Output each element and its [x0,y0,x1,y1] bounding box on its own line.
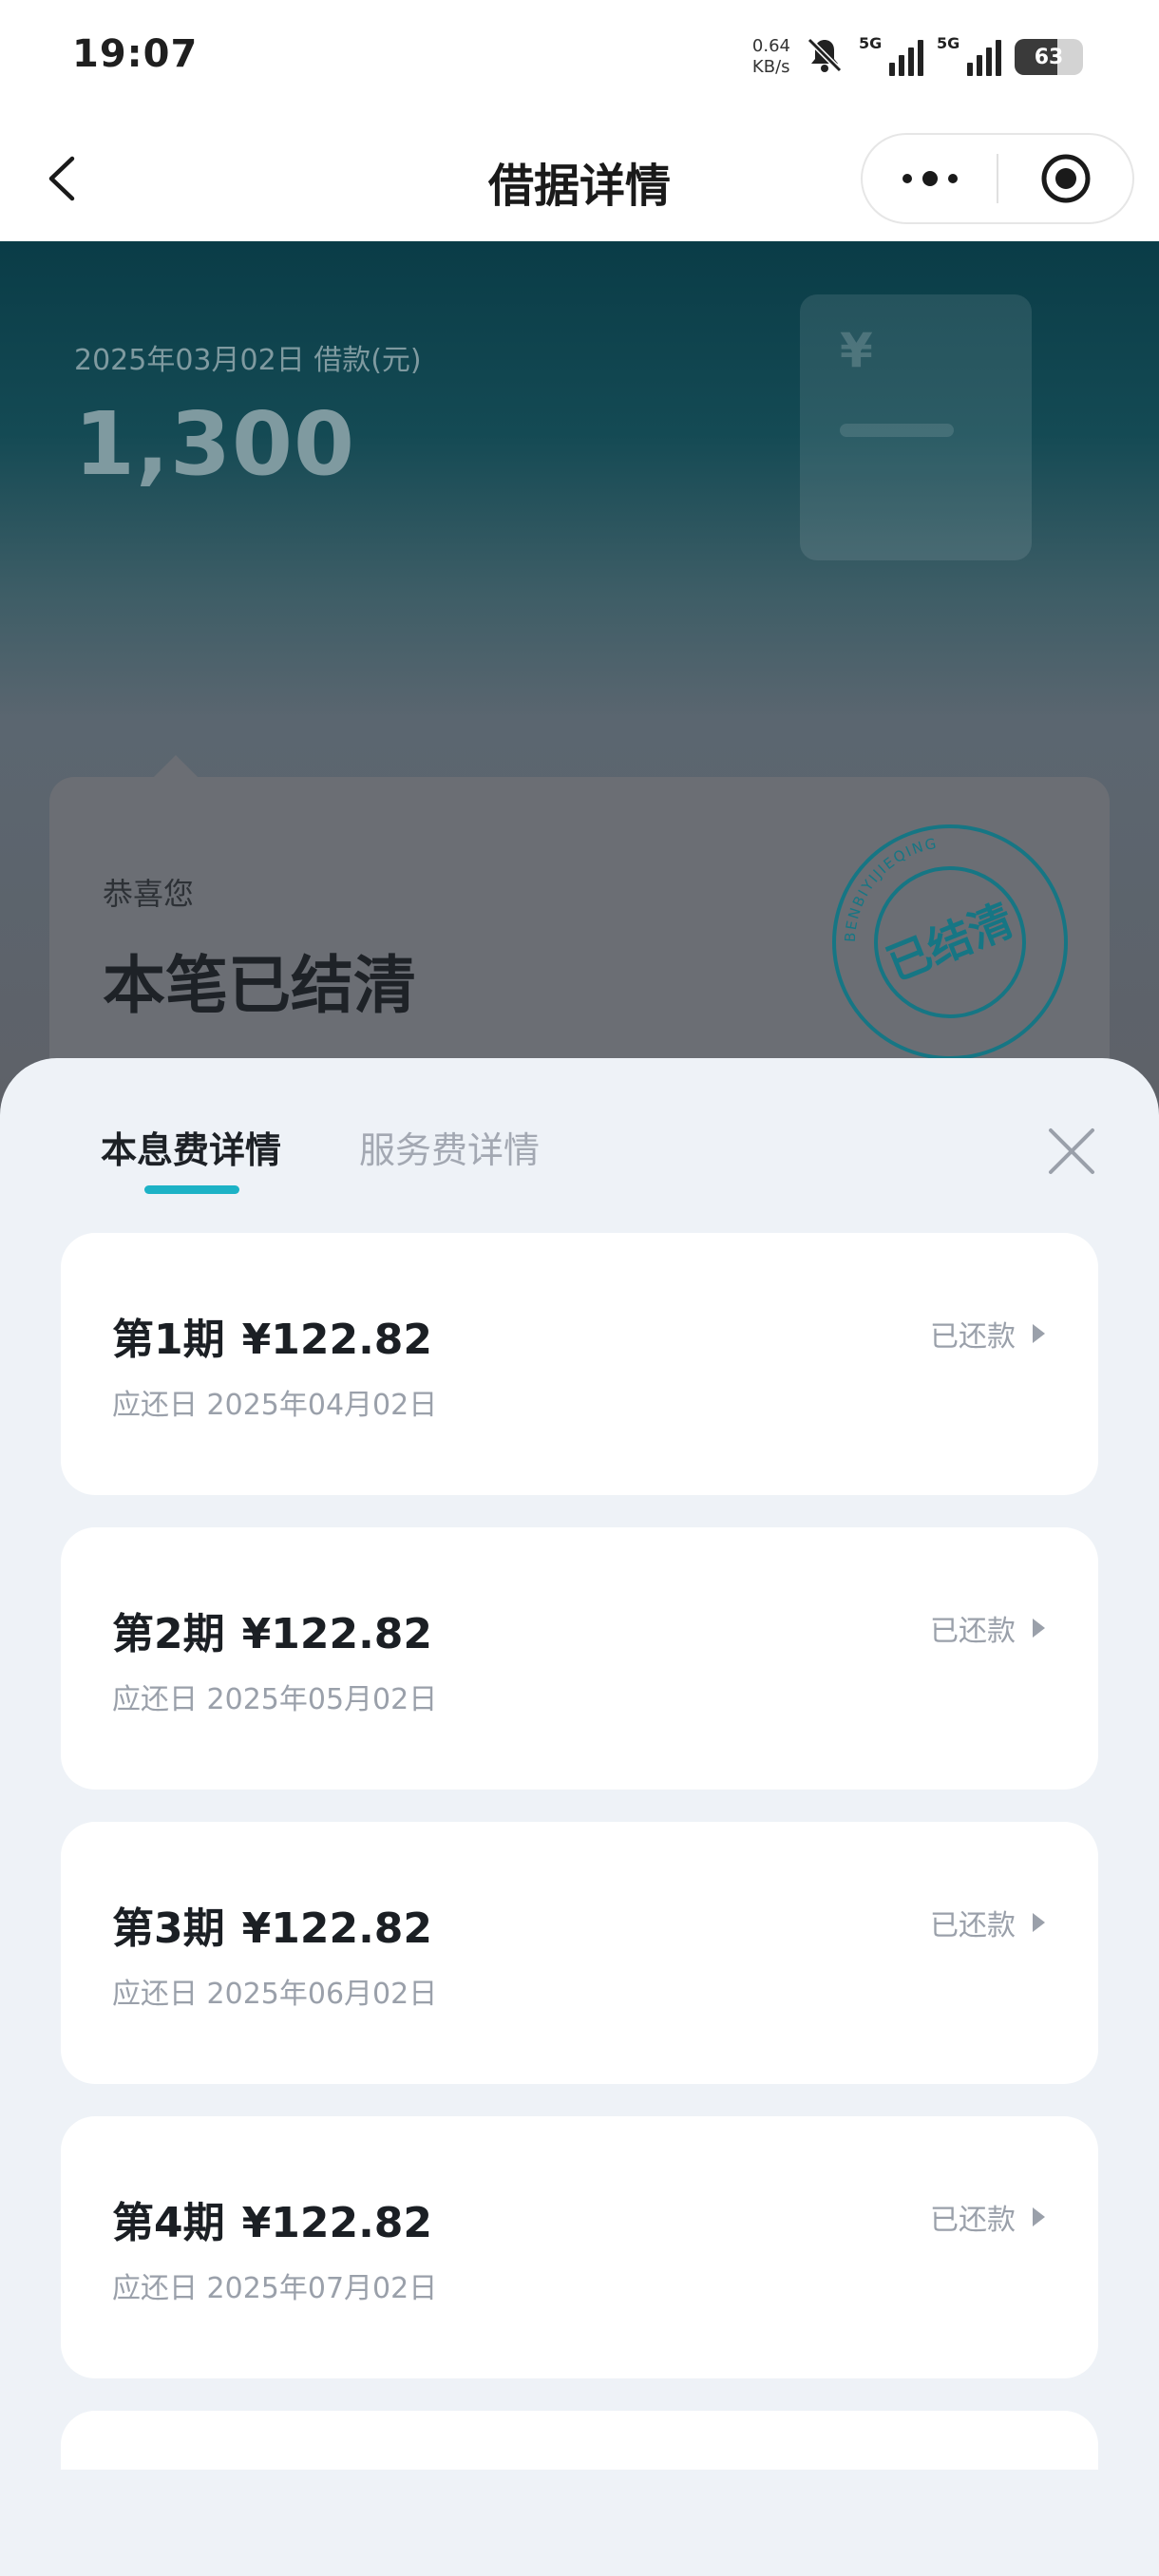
sheet-bottom-area [0,2470,1159,2576]
signal-icon: 5G [859,34,923,76]
battery-icon: 63 [1015,39,1083,75]
status-icons: 0.64 KB/s 5G 5G 63 [752,28,1083,85]
period-amount: ¥122.82 [241,2199,433,2247]
net-speed-value: 0.64 [751,36,790,56]
signal-icon: 5G [937,34,1001,76]
tab-service-fee[interactable]: 服务费详情 [359,1121,540,1173]
period-status[interactable]: 已还款 [930,1313,1045,1354]
caret-right-icon [1033,1619,1045,1638]
period-title: 第4期 ¥122.82 [112,2188,432,2249]
period-card[interactable]: 第3期 ¥122.82 应还日 2025年06月02日 已还款 [61,1822,1098,2084]
detail-sheet: 本息费详情 服务费详情 第1期 ¥122.82 应还日 2025年04月02日 已… [0,1058,1159,2576]
congrats-text: 恭喜您 [103,876,195,912]
period-status-label: 已还款 [930,2204,1016,2237]
caret-right-icon [1033,1913,1045,1932]
period-title: 第1期 ¥122.82 [112,1305,432,1366]
period-due-date: 应还日 2025年04月02日 [112,1389,438,1422]
sim1-tag: 5G [859,34,883,52]
loan-amount: 1,300 [74,393,356,495]
status-bar: 19:07 0.64 KB/s 5G 5G 63 [0,0,1159,114]
period-status-label: 已还款 [930,1320,1016,1354]
period-status[interactable]: 已还款 [930,2196,1045,2238]
period-number: 第4期 [112,2199,225,2247]
net-speed: 0.64 KB/s [752,36,790,78]
period-amount: ¥122.82 [241,1610,433,1658]
settled-title: 本笔已结清 [103,949,416,1022]
period-title: 第3期 ¥122.82 [112,1894,432,1955]
caret-right-icon [1033,2207,1045,2226]
loan-summary: 2025年03月02日 借款(元) 1,300 ¥ 恭喜您 本笔已结清 BENB… [0,241,1159,1372]
close-icon[interactable] [1045,1125,1098,1178]
period-due-date: 应还日 2025年06月02日 [112,1978,438,2011]
bell-muted-icon [804,34,846,80]
tab-principal-interest[interactable]: 本息费详情 [101,1121,281,1173]
loan-date-label: 2025年03月02日 借款(元) [74,344,422,377]
period-status-label: 已还款 [930,1615,1016,1648]
page: 19:07 0.64 KB/s 5G 5G 63 借据详情 2025年03月02… [0,0,1159,2576]
period-number: 第1期 [112,1316,225,1364]
period-list: 第1期 ¥122.82 应还日 2025年04月02日 已还款 第2期 ¥122.8… [61,1233,1098,2525]
document-icon: ¥ [800,294,1032,560]
sim2-tag: 5G [937,34,960,52]
more-icon[interactable] [863,135,997,222]
tab-active-underline [144,1185,239,1194]
miniprogram-close-icon[interactable] [998,135,1132,222]
miniprogram-capsule [861,133,1134,224]
period-status-label: 已还款 [930,1909,1016,1942]
period-card[interactable]: 第1期 ¥122.82 应还日 2025年04月02日 已还款 [61,1233,1098,1495]
caret-right-icon [1033,1324,1045,1343]
period-number: 第3期 [112,1904,225,1953]
period-card[interactable]: 第2期 ¥122.82 应还日 2025年05月02日 已还款 [61,1527,1098,1790]
period-status[interactable]: 已还款 [930,1902,1045,1943]
status-time: 19:07 [72,32,199,76]
period-status[interactable]: 已还款 [930,1607,1045,1649]
period-due-date: 应还日 2025年05月02日 [112,1683,438,1716]
net-speed-unit: KB/s [751,57,790,77]
settled-stamp: BENBIYIJIEQING 已结清 [826,819,1074,1066]
nav-bar: 借据详情 [0,114,1159,241]
period-title: 第2期 ¥122.82 [112,1600,432,1660]
stamp-text: 已结清 [880,894,1020,991]
period-amount: ¥122.82 [241,1316,433,1364]
battery-level: 63 [1034,45,1064,69]
period-number: 第2期 [112,1610,225,1658]
period-card[interactable]: 第4期 ¥122.82 应还日 2025年07月02日 已还款 [61,2116,1098,2378]
period-due-date: 应还日 2025年07月02日 [112,2272,438,2305]
period-amount: ¥122.82 [241,1904,433,1953]
